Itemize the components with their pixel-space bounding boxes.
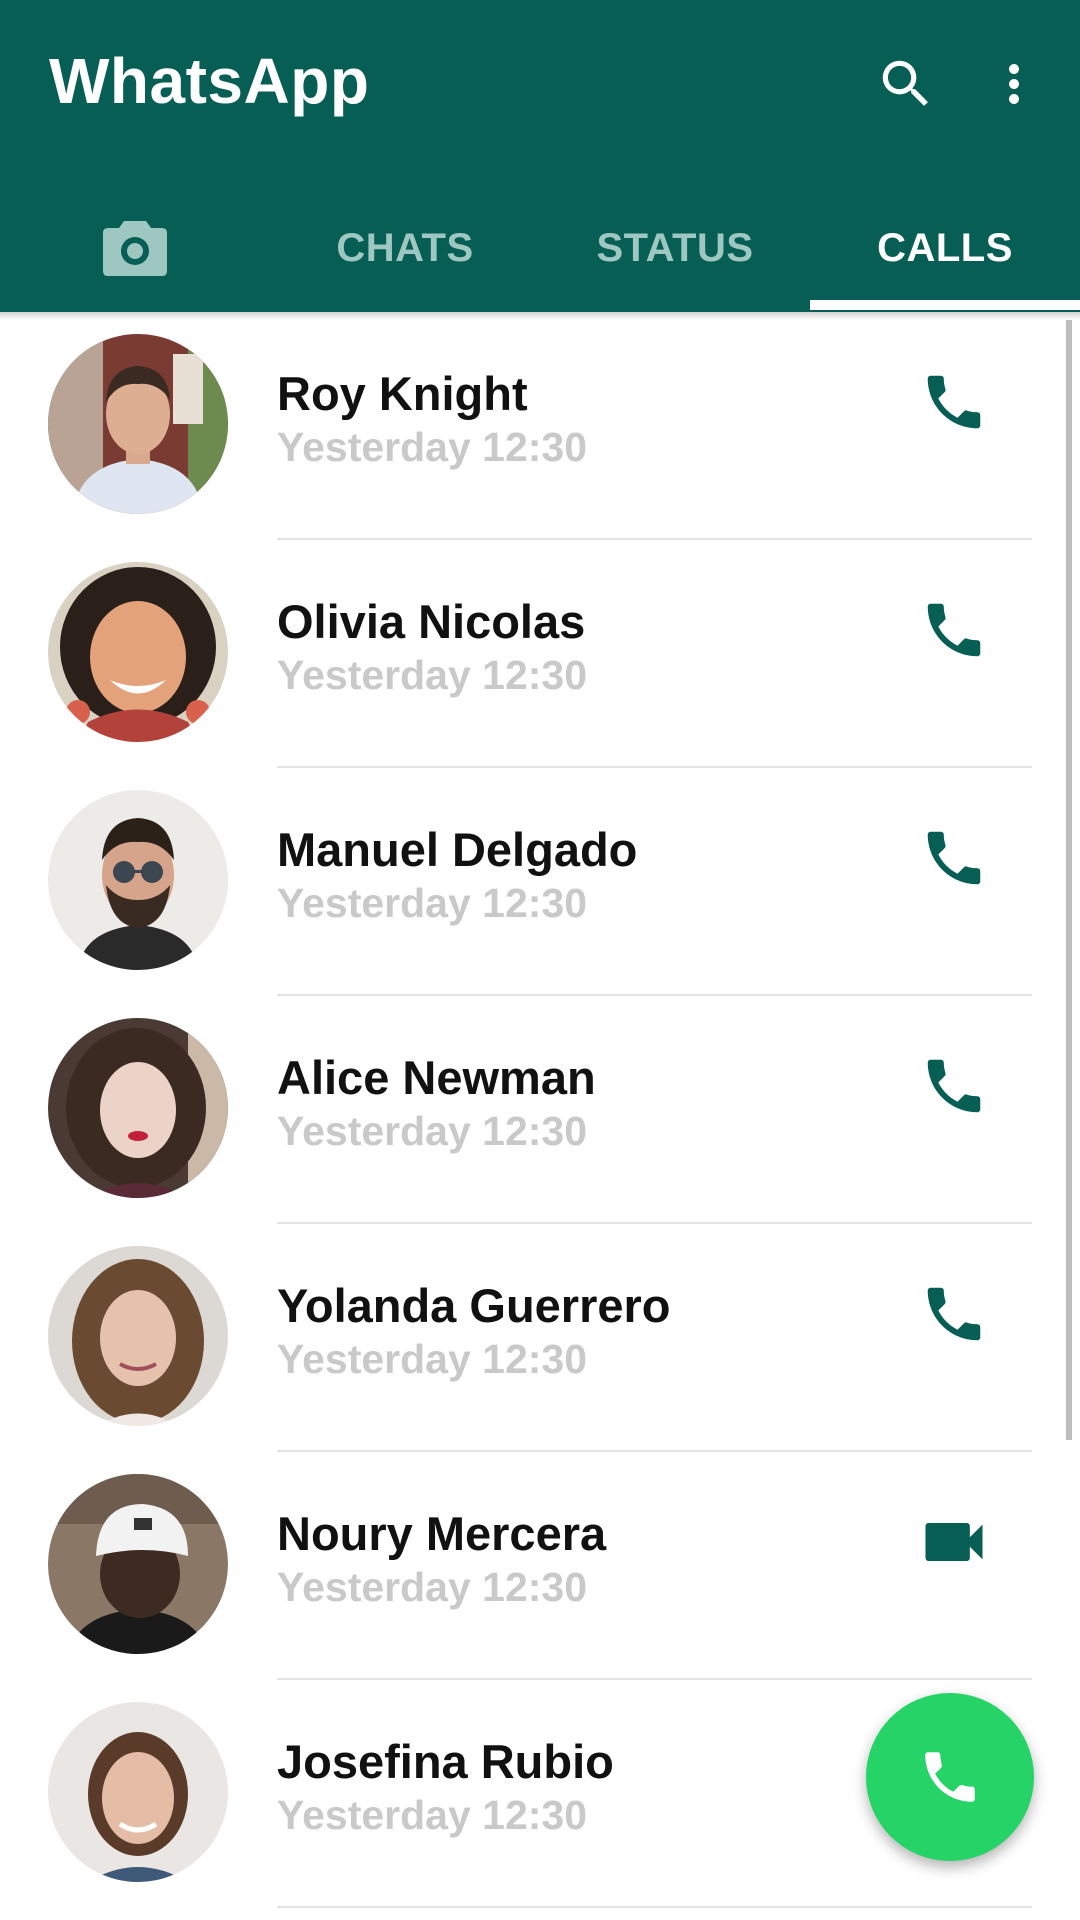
voice-call-button[interactable] bbox=[908, 584, 1000, 676]
calls-list: Roy Knight Yesterday 12:30 Olivia Nicola… bbox=[0, 312, 1080, 1908]
call-time: Yesterday 12:30 bbox=[277, 1792, 588, 1838]
app-bar: WhatsApp CHATS STATUS CALLS bbox=[0, 0, 1080, 312]
contact-name: Noury Mercera bbox=[277, 1507, 607, 1560]
contact-name: Alice Newman bbox=[277, 1051, 596, 1104]
call-time: Yesterday 12:30 bbox=[277, 652, 588, 698]
contact-name: Yolanda Guerrero bbox=[277, 1279, 671, 1332]
more-vert-icon bbox=[1009, 64, 1019, 104]
tab-status[interactable]: STATUS bbox=[540, 184, 810, 312]
avatar bbox=[48, 334, 228, 514]
avatar bbox=[48, 1246, 228, 1426]
voice-call-button[interactable] bbox=[908, 1268, 1000, 1360]
voice-call-button[interactable] bbox=[908, 356, 1000, 448]
phone-icon bbox=[927, 1287, 981, 1341]
call-time: Yesterday 12:30 bbox=[277, 880, 588, 926]
call-time: Yesterday 12:30 bbox=[277, 1108, 588, 1154]
avatar bbox=[48, 790, 228, 970]
videocam-icon bbox=[925, 1523, 983, 1561]
avatar bbox=[48, 562, 228, 742]
call-row[interactable]: Noury Mercera Yesterday 12:30 bbox=[0, 1452, 1080, 1680]
search-button[interactable] bbox=[864, 42, 948, 126]
new-call-fab[interactable] bbox=[866, 1693, 1034, 1861]
tab-calls[interactable]: CALLS bbox=[810, 184, 1080, 312]
voice-call-button[interactable] bbox=[908, 1040, 1000, 1132]
contact-name: Olivia Nicolas bbox=[277, 595, 586, 648]
call-time: Yesterday 12:30 bbox=[277, 1564, 588, 1610]
phone-icon bbox=[925, 1752, 975, 1802]
call-row[interactable]: Alice Newman Yesterday 12:30 bbox=[0, 996, 1080, 1224]
phone-icon bbox=[927, 375, 981, 429]
tab-camera[interactable] bbox=[0, 184, 270, 312]
call-time: Yesterday 12:30 bbox=[277, 1336, 588, 1382]
avatar bbox=[48, 1702, 228, 1882]
contact-name: Josefina Rubio bbox=[277, 1735, 614, 1788]
call-row[interactable]: Yolanda Guerrero Yesterday 12:30 bbox=[0, 1224, 1080, 1452]
call-row[interactable]: Olivia Nicolas Yesterday 12:30 bbox=[0, 540, 1080, 768]
video-call-button[interactable] bbox=[908, 1496, 1000, 1588]
scrollbar[interactable] bbox=[1066, 320, 1072, 1440]
call-row[interactable]: Roy Knight Yesterday 12:30 bbox=[0, 312, 1080, 540]
row-divider bbox=[277, 1906, 1032, 1908]
voice-call-button[interactable] bbox=[908, 812, 1000, 904]
avatar bbox=[48, 1018, 228, 1198]
search-icon bbox=[882, 60, 928, 106]
app-title: WhatsApp bbox=[49, 45, 370, 117]
call-row[interactable]: Manuel Delgado Yesterday 12:30 bbox=[0, 768, 1080, 996]
tab-bar: CHATS STATUS CALLS bbox=[0, 184, 1080, 312]
tab-chats[interactable]: CHATS bbox=[270, 184, 540, 312]
phone-icon bbox=[927, 831, 981, 885]
call-time: Yesterday 12:30 bbox=[277, 424, 588, 470]
active-tab-indicator bbox=[810, 300, 1080, 310]
contact-name: Roy Knight bbox=[277, 367, 528, 420]
avatar bbox=[48, 1474, 228, 1654]
phone-icon bbox=[927, 1059, 981, 1113]
more-options-button[interactable] bbox=[984, 42, 1044, 126]
phone-icon bbox=[927, 603, 981, 657]
contact-name: Manuel Delgado bbox=[277, 823, 638, 876]
camera-icon bbox=[103, 221, 167, 276]
